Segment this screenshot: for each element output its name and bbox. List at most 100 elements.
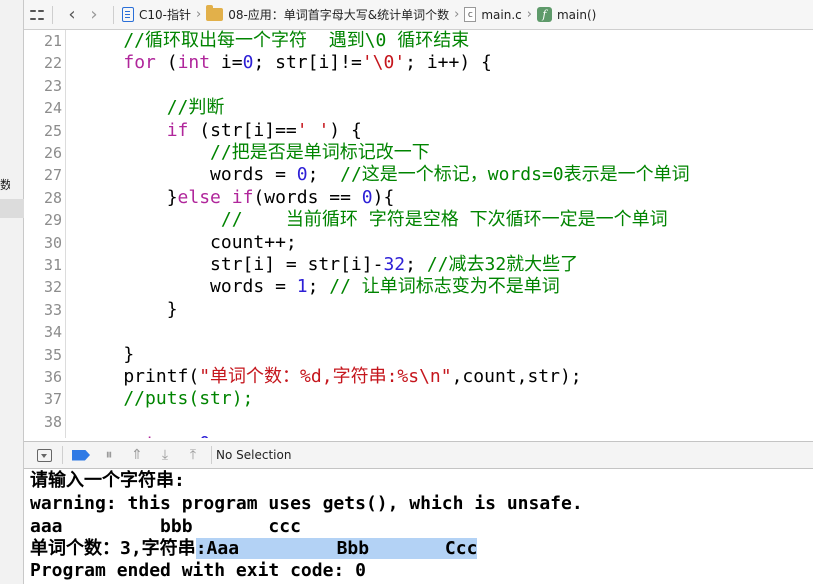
debug-bar: ⏸ ⇑ ⤓ ⤒ No Selection <box>24 441 813 469</box>
pause-button[interactable]: ⏸ <box>95 442 123 468</box>
console-output[interactable]: 请输入一个字符串: warning: this program uses get… <box>24 470 813 584</box>
code-line[interactable]: 37 //puts(str); <box>24 388 813 410</box>
line-number: 29 <box>43 211 62 230</box>
code-line[interactable]: 30 count++; <box>24 232 813 254</box>
back-chevron-icon[interactable]: ‹ <box>61 0 83 30</box>
code-line[interactable]: 39 return 0; <box>24 433 813 438</box>
code-token: ' ' <box>296 119 330 141</box>
line-number: 32 <box>43 278 62 297</box>
hide-debug-area-button[interactable] <box>30 442 58 468</box>
breakpoints-icon <box>72 449 90 461</box>
code-line[interactable]: 38 <box>24 411 813 433</box>
breadcrumb-function[interactable]: f main() <box>536 7 597 22</box>
console-line: 请输入一个字符串: <box>30 470 185 491</box>
code-token: i= <box>210 52 243 74</box>
breakpoints-button[interactable] <box>67 442 95 468</box>
breadcrumb-arrow-icon: › <box>454 7 460 22</box>
code-token: str[i] = str[i]- <box>80 254 384 275</box>
code-line[interactable]: 36 printf("单词个数：%d,字符串:%s\n",count,str); <box>24 366 813 388</box>
navigator-panel: 数 <box>0 0 24 584</box>
code-line[interactable]: 22 for (int i=0; str[i]!='\0'; i++) { <box>24 52 813 74</box>
console-selected-text[interactable]: :Aaa Bbb Ccc <box>195 538 478 559</box>
code-token: ){ <box>372 186 395 208</box>
code-text: str[i] = str[i]-32; //减去32就大些了 <box>80 254 578 276</box>
code-token: // 让单词标志变为不是单词 <box>329 276 560 298</box>
line-number: 24 <box>43 99 62 118</box>
c-file-icon: c <box>464 7 477 22</box>
code-line[interactable]: 35 } <box>24 344 813 366</box>
line-number: 38 <box>43 412 62 431</box>
forward-chevron-icon[interactable]: › <box>83 0 105 30</box>
console-output-prefix: 单词个数：3,字符串 <box>30 538 196 559</box>
step-into-button[interactable]: ⤓ <box>151 442 179 468</box>
code-text: //把是否是单词标记改一下 <box>80 142 430 164</box>
step-over-button[interactable]: ⇑ <box>123 442 151 468</box>
breadcrumb-folder[interactable]: 08-应用：单词首字母大写&统计单词个数 <box>206 5 449 23</box>
code-token: ; <box>210 433 221 438</box>
code-token: //把是否是单词标记改一下 <box>80 142 430 163</box>
code-line[interactable]: 27 words = 0; //这是一个标记，words=0表示是一个单词 <box>24 164 813 186</box>
line-number: 37 <box>43 390 62 409</box>
code-token: ; <box>405 254 427 275</box>
hide-debug-area-icon <box>36 448 52 462</box>
line-number: 25 <box>43 121 62 140</box>
code-text: if (str[i]==' ') { <box>80 120 362 142</box>
code-text: printf("单词个数：%d,字符串:%s\n",count,str); <box>80 366 582 388</box>
code-text: count++; <box>80 232 297 254</box>
code-line[interactable]: 24 //判断 <box>24 97 813 119</box>
code-text: //判断 <box>80 97 225 119</box>
grid-icon[interactable] <box>30 8 44 22</box>
code-token: ,count,str); <box>451 366 582 387</box>
code-editor[interactable]: 21 //循环取出每一个字符 遇到\0 循环结束 22 for (int i=0;… <box>24 30 813 438</box>
line-number: 30 <box>43 233 62 252</box>
code-line[interactable]: 25 if (str[i]==' ') { <box>24 120 813 142</box>
code-text: } <box>80 299 178 321</box>
code-token: 0 <box>199 433 210 438</box>
pause-icon: ⏸ <box>105 447 113 463</box>
step-out-icon: ⤒ <box>189 447 197 463</box>
breadcrumb-project[interactable]: C10-指针 <box>122 6 191 23</box>
code-token: else if <box>177 186 254 208</box>
selection-label: No Selection <box>216 448 292 462</box>
code-line[interactable]: 21 //循环取出每一个字符 遇到\0 循环结束 <box>24 30 813 52</box>
line-number: 28 <box>43 188 62 207</box>
function-icon: f <box>536 7 552 22</box>
code-token: 1 <box>296 276 308 298</box>
code-token: ; <box>307 276 330 298</box>
code-token: 0 <box>242 52 254 74</box>
step-into-icon: ⤓ <box>161 447 169 463</box>
console-line: 单词个数：3,字符串:Aaa Bbb Ccc <box>30 538 478 560</box>
code-text: for (int i=0; str[i]!='\0'; i++) { <box>80 52 492 74</box>
breadcrumb-function-label: main() <box>556 7 597 22</box>
navigator-selected-row[interactable] <box>0 199 24 218</box>
code-line[interactable]: 33 } <box>24 299 813 321</box>
code-line[interactable]: 26 //把是否是单词标记改一下 <box>24 142 813 164</box>
code-line[interactable]: 23 <box>24 75 813 97</box>
code-line[interactable]: 31 str[i] = str[i]-32; //减去32就大些了 <box>24 254 813 276</box>
code-token: count++; <box>80 231 297 253</box>
line-number: 39 <box>24 433 62 438</box>
line-number: 23 <box>43 76 62 95</box>
code-line[interactable]: 32 words = 1; // 让单词标志变为不是单词 <box>24 276 813 298</box>
console-line: aaa bbb ccc <box>30 516 301 537</box>
line-number: 34 <box>43 323 62 342</box>
project-icon <box>122 7 134 22</box>
breadcrumb-arrow-icon: › <box>526 7 532 22</box>
code-line[interactable]: 34 <box>24 321 813 343</box>
console-line: warning: this program uses gets(), which… <box>30 493 583 514</box>
jumpbar-divider <box>52 5 53 24</box>
code-text: words = 1; // 让单词标志变为不是单词 <box>80 276 560 298</box>
breadcrumb-file[interactable]: c main.c <box>464 7 522 22</box>
step-out-button[interactable]: ⤒ <box>179 442 207 468</box>
jump-bar: ‹ › C10-指针 › 08-应用：单词首字母大写&统计单词个数 › c ma… <box>24 0 813 30</box>
code-token: (str[i]== <box>188 119 297 141</box>
code-token: printf( <box>80 366 200 387</box>
code-token: //循环取出每一个字符 遇到\0 循环结束 <box>80 30 470 51</box>
code-line[interactable]: 28 }else if(words == 0){ <box>24 187 813 209</box>
line-number: 36 <box>43 368 62 386</box>
code-line[interactable]: 29 // 当前循环 字符是空格 下次循环一定是一个单词 <box>24 209 813 231</box>
code-token: 0 <box>296 164 308 186</box>
